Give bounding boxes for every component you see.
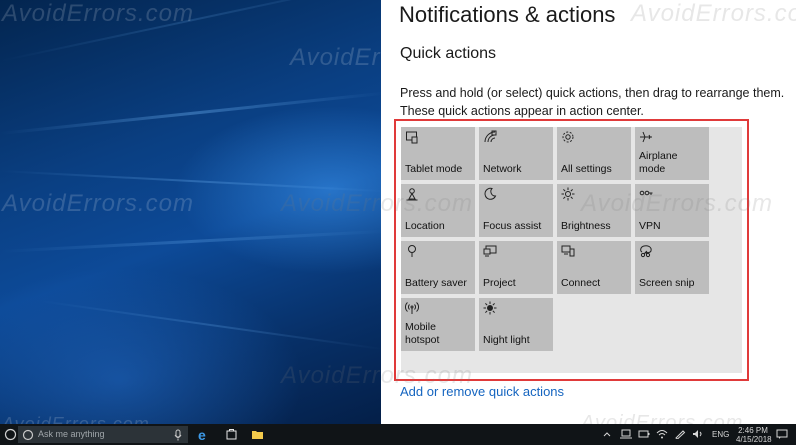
taskbar: Ask me anything e ENG 2:46 PM 4/15/2018 — [0, 424, 796, 445]
project-icon — [483, 244, 497, 258]
airplane-icon — [639, 130, 653, 144]
wallpaper-light-beam — [0, 229, 381, 253]
file-explorer-icon[interactable] — [250, 427, 265, 442]
watermark: AvoidErrors.com — [290, 44, 381, 71]
tile-airplane-mode[interactable]: Airplane mode — [635, 127, 709, 180]
tile-label: Location — [405, 220, 445, 232]
watermark: AvoidErrors.com — [631, 0, 796, 27]
connect-icon — [561, 244, 575, 258]
tile-label: Tablet mode — [405, 163, 463, 175]
tile-label: Project — [483, 277, 516, 289]
tile-label: Mobile hotspot — [405, 321, 440, 346]
description-text: Press and hold (or select) quick actions… — [400, 86, 785, 118]
tile-vpn[interactable]: VPN — [635, 184, 709, 237]
taskbar-search-box[interactable]: Ask me anything — [18, 426, 188, 443]
tile-label: VPN — [639, 220, 661, 232]
night-light-icon — [483, 301, 497, 315]
cortana-icon — [22, 428, 34, 441]
moon-icon — [483, 187, 497, 201]
tile-connect[interactable]: Connect — [557, 241, 631, 294]
tile-label: Focus assist — [483, 220, 542, 232]
store-icon[interactable] — [224, 427, 239, 442]
tile-label: Airplane mode — [639, 150, 678, 175]
edge-browser-icon[interactable]: e — [196, 427, 211, 443]
pen-icon[interactable] — [674, 429, 686, 441]
add-remove-quick-actions-link[interactable]: Add or remove quick actions — [400, 384, 564, 399]
tile-battery-saver[interactable]: Battery saver — [401, 241, 475, 294]
network-icon — [483, 130, 497, 144]
wifi-icon[interactable] — [656, 429, 668, 441]
brightness-icon — [561, 187, 575, 201]
tile-label: Battery saver — [405, 277, 467, 289]
tile-project[interactable]: Project — [479, 241, 553, 294]
tile-brightness[interactable]: Brightness — [557, 184, 631, 237]
tile-focus-assist[interactable]: Focus assist — [479, 184, 553, 237]
watermark: AvoidErrors.com — [2, 414, 150, 424]
desktop-wallpaper: AvoidErrors.com AvoidErrors.com AvoidErr… — [0, 0, 381, 424]
tile-network[interactable]: Network — [479, 127, 553, 180]
screen-snip-icon — [639, 244, 653, 258]
tile-screen-snip[interactable]: Screen snip — [635, 241, 709, 294]
svg-text:e: e — [198, 427, 206, 442]
page-title: Notifications & actions — [399, 2, 616, 27]
clock[interactable]: 2:46 PM 4/15/2018 — [736, 426, 772, 444]
volume-icon[interactable] — [692, 429, 704, 441]
tile-night-light[interactable]: Night light — [479, 298, 553, 351]
tile-label: Connect — [561, 277, 601, 289]
quick-actions-grid: Tablet mode Network All settings Airplan… — [401, 127, 742, 373]
location-icon — [405, 187, 419, 201]
battery-saver-icon — [405, 244, 419, 258]
tile-tablet-mode[interactable]: Tablet mode — [401, 127, 475, 180]
wallpaper-light-beam — [0, 91, 381, 135]
clock-time: 2:46 PM — [738, 426, 768, 435]
tile-label: Screen snip — [639, 277, 695, 289]
tile-mobile-hotspot[interactable]: Mobile hotspot — [401, 298, 475, 351]
laptop-icon[interactable] — [620, 429, 632, 441]
mobile-hotspot-icon — [405, 301, 419, 315]
system-tray: ENG 2:46 PM 4/15/2018 — [602, 426, 792, 444]
tile-label: Network — [483, 163, 522, 175]
tile-label: Brightness — [561, 220, 611, 232]
gear-icon — [561, 130, 575, 144]
tablet-mode-icon — [405, 130, 419, 144]
section-title: Quick actions — [400, 45, 497, 62]
language-indicator[interactable]: ENG — [712, 430, 729, 439]
search-placeholder: Ask me anything — [38, 429, 105, 439]
start-button[interactable] — [4, 428, 17, 441]
battery-icon[interactable] — [638, 429, 650, 441]
chevron-up-icon[interactable] — [602, 429, 612, 441]
tile-all-settings[interactable]: All settings — [557, 127, 631, 180]
wallpaper-light-beam — [0, 0, 381, 62]
vpn-icon — [639, 187, 653, 201]
microphone-icon[interactable] — [174, 428, 182, 441]
wallpaper-light-beam — [39, 300, 381, 351]
action-center-icon[interactable] — [776, 429, 788, 441]
tile-location[interactable]: Location — [401, 184, 475, 237]
clock-date: 4/15/2018 — [736, 435, 772, 444]
wallpaper-light-beam — [0, 170, 381, 193]
settings-window: Notifications & actions Quick actions Pr… — [281, 0, 796, 434]
watermark: AvoidErrors.com — [2, 190, 194, 217]
tile-label: Night light — [483, 334, 530, 346]
tile-label: All settings — [561, 163, 612, 175]
